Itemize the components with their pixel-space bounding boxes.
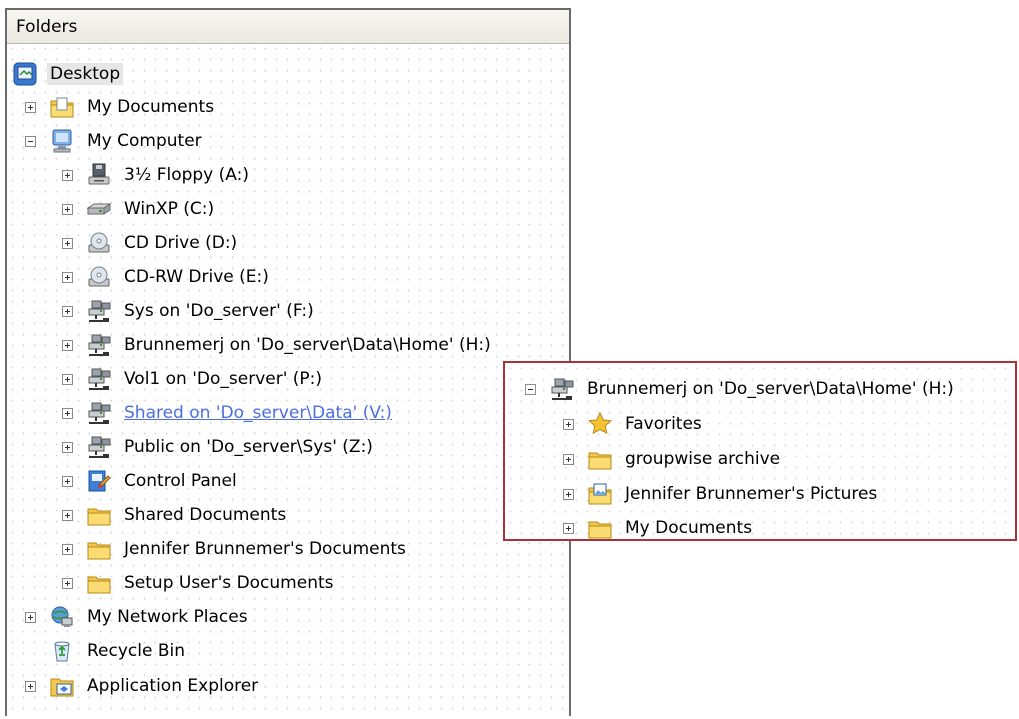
callout-item-my-documents[interactable]: My Documents	[563, 513, 755, 543]
tree-item-label: Favorites	[625, 414, 702, 434]
tree-item-label: 3½ Floppy (A:)	[124, 165, 249, 185]
network-drive-icon	[86, 332, 112, 358]
network-places-icon	[51, 606, 73, 627]
tree-item-shared-documents[interactable]: Shared Documents	[62, 500, 289, 530]
documents-folder-icon	[49, 97, 75, 120]
folders-panel-header: Folders	[7, 10, 569, 44]
callout-item-groupwise-archive[interactable]: groupwise archive	[563, 444, 783, 474]
expand-icon[interactable]	[62, 339, 73, 351]
tree-item-label: Desktop	[47, 63, 124, 85]
expand-icon[interactable]	[62, 203, 73, 215]
tree-item-cd-drive[interactable]: CD Drive (D:)	[62, 228, 240, 258]
tree-item-label: Jennifer Brunnemer's Pictures	[625, 484, 878, 504]
tree-item-label: My Documents	[625, 518, 753, 538]
folder-icon	[587, 446, 613, 472]
expand-icon[interactable]	[62, 441, 73, 453]
tree-item-floppy[interactable]: 3½ Floppy (A:)	[62, 160, 252, 190]
tree-item-label: Application Explorer	[87, 676, 259, 696]
tree-item-shared[interactable]: Shared on 'Do_server\Data' (V:)	[62, 398, 395, 428]
tree-item-label: Brunnemerj on 'Do_server\Data\Home' (H:)	[124, 335, 491, 355]
pictures-folder-icon	[587, 483, 613, 507]
tree-item-jennifer-documents[interactable]: Jennifer Brunnemer's Documents	[62, 534, 409, 564]
tree-item-label: Shared Documents	[124, 505, 287, 525]
tree-item-vol1[interactable]: Vol1 on 'Do_server' (P:)	[62, 364, 325, 394]
expand-icon[interactable]	[563, 522, 574, 534]
callout-item-brunnemerj[interactable]: Brunnemerj on 'Do_server\Data\Home' (H:)	[525, 374, 957, 404]
expand-icon[interactable]	[62, 373, 73, 385]
expand-icon[interactable]	[62, 305, 73, 317]
tree-item-my-computer[interactable]: My Computer	[25, 126, 205, 156]
expand-icon[interactable]	[25, 611, 36, 623]
tree-item-brunnemerj[interactable]: Brunnemerj on 'Do_server\Data\Home' (H:)	[62, 330, 494, 360]
collapse-icon[interactable]	[525, 383, 536, 395]
tree-item-application-explorer[interactable]: Application Explorer	[25, 671, 261, 701]
tree-item-setup-documents[interactable]: Setup User's Documents	[62, 568, 337, 598]
control-panel-icon	[88, 470, 111, 492]
tree-item-label: Setup User's Documents	[124, 573, 334, 593]
network-drive-icon	[86, 298, 112, 324]
expand-icon[interactable]	[563, 418, 574, 430]
tree-item-label: groupwise archive	[625, 449, 781, 469]
tree-item-label: WinXP (C:)	[124, 199, 215, 219]
folder-icon	[86, 570, 112, 596]
tree-item-label: CD-RW Drive (E:)	[124, 267, 269, 287]
callout-item-pictures[interactable]: Jennifer Brunnemer's Pictures	[563, 479, 880, 509]
desktop-icon	[13, 62, 37, 86]
tree-item-label: Public on 'Do_server\Sys' (Z:)	[124, 437, 373, 457]
expand-icon[interactable]	[563, 488, 574, 500]
tree-item-label: Control Panel	[124, 471, 237, 491]
application-explorer-icon	[50, 678, 74, 697]
cd-drive-icon	[86, 230, 112, 256]
tree-item-label: Vol1 on 'Do_server' (P:)	[124, 369, 323, 389]
tree-item-label: Recycle Bin	[87, 641, 186, 661]
tree-item-winxp[interactable]: WinXP (C:)	[62, 194, 217, 224]
network-drive-icon	[86, 434, 112, 460]
recycle-bin-icon	[54, 641, 70, 662]
network-drive-icon	[549, 376, 575, 402]
tree-item-label: My Network Places	[87, 607, 248, 627]
tree-item-sys[interactable]: Sys on 'Do_server' (F:)	[62, 296, 317, 326]
tree-item-my-documents[interactable]: My Documents	[25, 92, 217, 122]
expand-icon[interactable]	[25, 101, 36, 113]
tree-item-cdrw-drive[interactable]: CD-RW Drive (E:)	[62, 262, 272, 292]
collapse-icon[interactable]	[25, 135, 36, 147]
folder-icon	[587, 515, 613, 541]
expand-icon[interactable]	[62, 577, 73, 589]
floppy-drive-icon	[88, 163, 110, 185]
expand-icon[interactable]	[62, 169, 73, 181]
tree-item-label: Shared on 'Do_server\Data' (V:)	[124, 403, 392, 423]
expand-icon[interactable]	[25, 680, 36, 692]
expand-icon[interactable]	[62, 271, 73, 283]
tree-item-desktop[interactable]: Desktop	[12, 59, 124, 89]
tree-item-network-places[interactable]: My Network Places	[25, 602, 251, 632]
network-drive-icon	[86, 366, 112, 392]
hard-drive-icon	[86, 203, 112, 215]
expand-icon[interactable]	[563, 453, 574, 465]
no-expander	[25, 646, 36, 657]
tree-item-public[interactable]: Public on 'Do_server\Sys' (Z:)	[62, 432, 376, 462]
expand-icon[interactable]	[62, 407, 73, 419]
folder-icon	[86, 536, 112, 562]
network-drive-icon	[86, 400, 112, 426]
tree-item-label: Brunnemerj on 'Do_server\Data\Home' (H:)	[587, 379, 954, 399]
star-icon	[588, 411, 612, 435]
callout-item-favorites[interactable]: Favorites	[563, 409, 705, 439]
tree-item-label: My Computer	[87, 131, 202, 151]
tree-item-recycle-bin[interactable]: Recycle Bin	[25, 636, 188, 666]
cd-drive-icon	[86, 264, 112, 290]
tree-item-label: CD Drive (D:)	[124, 233, 238, 253]
tree-item-control-panel[interactable]: Control Panel	[62, 466, 240, 496]
expand-icon[interactable]	[62, 543, 73, 555]
expand-icon[interactable]	[62, 475, 73, 487]
expand-icon[interactable]	[62, 237, 73, 249]
expand-icon[interactable]	[62, 509, 73, 521]
tree-item-label: Sys on 'Do_server' (F:)	[124, 301, 314, 321]
computer-icon	[52, 129, 72, 153]
tree-item-label: Jennifer Brunnemer's Documents	[124, 539, 406, 559]
folder-icon	[86, 502, 112, 528]
tree-item-label: My Documents	[87, 97, 215, 117]
